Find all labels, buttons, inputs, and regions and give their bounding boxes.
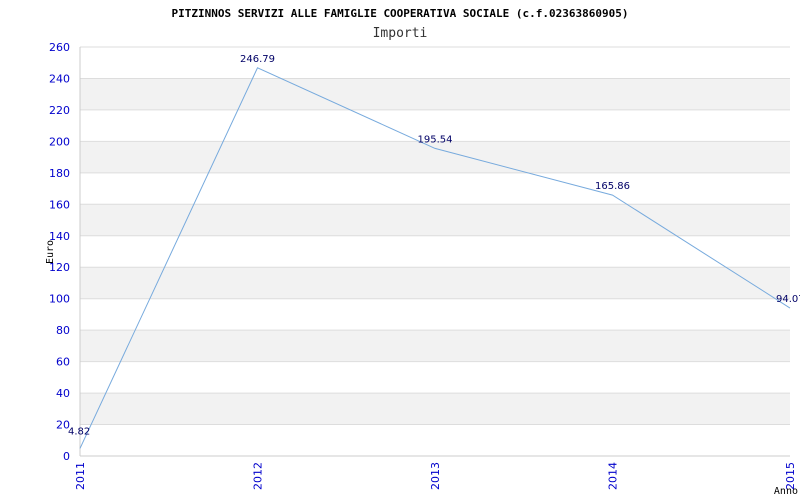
x-tick-label: 2012 — [252, 462, 265, 490]
series-group — [79, 67, 791, 449]
y-tick-label: 160 — [49, 198, 70, 211]
data-label: 94.07 — [776, 294, 800, 305]
data-label: 165.86 — [595, 181, 630, 192]
x-tick-label: 2013 — [429, 462, 442, 490]
x-tick-label: 2014 — [607, 462, 620, 490]
y-axis-label: Euro — [45, 240, 56, 264]
y-tick-label: 220 — [49, 104, 70, 117]
y-tick-label: 80 — [56, 324, 70, 337]
y-tick-label: 0 — [63, 450, 70, 463]
y-tick-label: 260 — [49, 41, 70, 54]
y-tick-label: 40 — [56, 387, 70, 400]
grid-bands — [80, 78, 790, 425]
line-chart: 020406080100120140160180200220240260 201… — [45, 7, 800, 497]
x-tick-label: 2011 — [74, 462, 87, 490]
x-axis-label: Anno — [774, 486, 798, 497]
data-labels: 4.82 246.79 195.54 165.86 94.07 — [68, 54, 800, 438]
data-label: 4.82 — [68, 426, 90, 437]
chart-subtitle: Importi — [373, 26, 428, 41]
grid-band — [80, 393, 790, 425]
data-label: 246.79 — [240, 54, 275, 65]
grid-band — [80, 141, 790, 173]
y-tick-label: 100 — [49, 293, 70, 306]
x-tick-labels: 2011 2012 2013 2014 2015 — [74, 462, 797, 490]
chart-title: PITZINNOS SERVIZI ALLE FAMIGLIE COOPERAT… — [172, 7, 629, 20]
data-label: 195.54 — [418, 134, 453, 145]
series-line — [79, 67, 791, 449]
grid-band — [80, 330, 790, 362]
y-tick-label: 200 — [49, 135, 70, 148]
y-tick-label: 60 — [56, 356, 70, 369]
grid-band — [80, 78, 790, 110]
y-tick-label: 180 — [49, 167, 70, 180]
y-tick-label: 240 — [49, 72, 70, 85]
grid-band — [80, 267, 790, 299]
